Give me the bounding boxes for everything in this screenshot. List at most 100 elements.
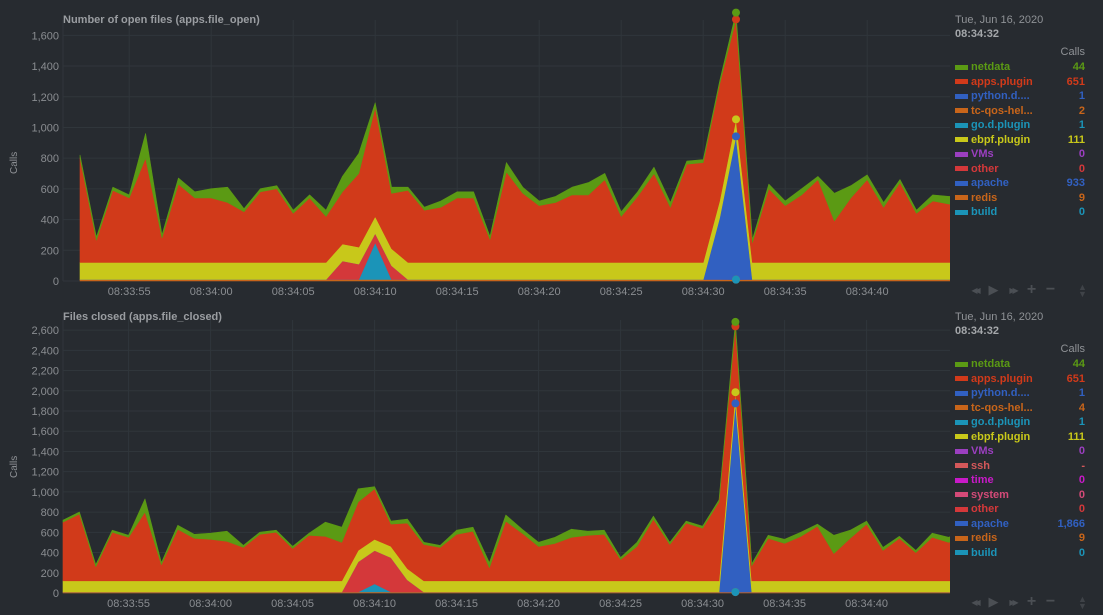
legend-item[interactable]: netdata 44 [955, 60, 1085, 75]
x-tick-label: 08:34:20 [517, 598, 560, 610]
legend-item[interactable]: build 0 [955, 546, 1085, 561]
legend-item-value: 1 [1078, 416, 1085, 429]
zoom-out-button[interactable]: − [1042, 593, 1059, 611]
y-tick-label: 400 [41, 548, 59, 560]
y-tick-label: 1,600 [31, 426, 59, 438]
legend-item[interactable]: python.d.... 1 [955, 89, 1085, 104]
legend-item[interactable]: netdata 44 [955, 357, 1085, 372]
rewind-button[interactable]: ◀◀ [966, 286, 983, 295]
legend-item[interactable]: ebpf.plugin 111 [955, 133, 1085, 148]
legend-item[interactable]: apps.plugin 651 [955, 75, 1085, 90]
y-tick-label: 1,600 [31, 30, 59, 42]
zoom-in-button[interactable]: + [1023, 593, 1040, 611]
legend-item[interactable]: go.d.plugin 1 [955, 118, 1085, 133]
legend-swatch [955, 151, 968, 157]
legend-item[interactable]: ebpf.plugin 111 [955, 430, 1085, 445]
legend-swatch [955, 448, 968, 454]
legend-item-name: python.d.... [971, 387, 1030, 400]
legend-item-name: apps.plugin [971, 372, 1033, 385]
legend-item-value: 1 [1078, 387, 1085, 400]
hover-point [732, 132, 740, 141]
legend-item[interactable]: redis 9 [955, 191, 1085, 206]
legend-item-name: tc-qos-hel... [971, 104, 1033, 117]
x-tick-label: 08:34:10 [353, 598, 396, 610]
legend-time: 08:34:32 [955, 325, 1000, 337]
x-tick-label: 08:34:10 [354, 286, 397, 298]
play-button[interactable]: ▶ [985, 282, 1002, 298]
legend-item-value: 1 [1078, 119, 1085, 132]
legend-item-name: ebpf.plugin [971, 430, 1031, 443]
x-tick-label: 08:34:20 [518, 286, 561, 298]
y-tick-label: 200 [41, 568, 59, 580]
x-tick-label: 08:34:35 [764, 286, 807, 298]
legend-item[interactable]: build 0 [955, 205, 1085, 220]
forward-button[interactable]: ▶▶ [1004, 598, 1021, 607]
file-open-plot[interactable]: 0 200 400 600 800 1,000 1,200 1,400 1,600 08:33:5… [0, 0, 950, 300]
legend: Tue, Jun 16, 2020 08:34:32 Calls netdata… [955, 14, 1085, 220]
legend-item-value: 2 [1078, 104, 1085, 117]
legend-swatch [955, 64, 968, 70]
legend-item[interactable]: other 0 [955, 502, 1085, 517]
zoom-in-button[interactable]: + [1023, 281, 1040, 299]
resize-handle-icon[interactable]: ▲ ▼ [1078, 283, 1087, 299]
legend-swatch [955, 79, 968, 85]
x-tick-label: 08:34:05 [272, 286, 315, 298]
x-tick-label: 08:34:25 [599, 598, 642, 610]
legend-item-value: - [1081, 459, 1085, 472]
legend-units: Calls [1060, 46, 1085, 58]
y-tick-label: 0 [53, 588, 59, 600]
legend-item-value: 44 [1072, 358, 1085, 371]
legend-item[interactable]: apps.plugin 651 [955, 372, 1085, 387]
legend-swatch [955, 477, 968, 483]
y-tick-label: 2,600 [31, 325, 59, 337]
legend-item[interactable]: redis 9 [955, 531, 1085, 546]
legend-item-value: 0 [1078, 148, 1085, 161]
legend-swatch [955, 93, 968, 99]
rewind-button[interactable]: ◀◀ [966, 598, 983, 607]
legend-item[interactable]: VMs 0 [955, 147, 1085, 162]
y-axis-label: Calls [9, 151, 20, 174]
legend-item-name: time [971, 474, 994, 487]
hover-point [731, 588, 740, 597]
legend-item[interactable]: ssh - [955, 459, 1085, 474]
legend-item-value: 651 [1066, 75, 1085, 88]
legend-item[interactable]: apache 1,866 [955, 517, 1085, 532]
legend-item-value: 9 [1078, 532, 1085, 545]
legend-items: netdata 44 apps.plugin 651 python.d.... 1 tc-q… [955, 60, 1085, 220]
legend-item-name: other [971, 503, 999, 516]
legend-swatch [955, 434, 968, 440]
legend-item[interactable]: python.d.... 1 [955, 386, 1085, 401]
file-closed-plot[interactable]: 0 200 400 600 800 1,000 1,200 1,400 1,600 1,800 2,… [0, 300, 950, 615]
legend-item[interactable]: tc-qos-hel... 2 [955, 104, 1085, 119]
legend-item[interactable]: other 0 [955, 162, 1085, 177]
legend-swatch [955, 361, 968, 367]
legend-item-value: 0 [1078, 546, 1085, 559]
legend-swatch [955, 521, 968, 527]
y-tick-label: 1,200 [31, 92, 59, 104]
y-tick-label: 200 [41, 245, 59, 257]
zoom-out-button[interactable]: − [1042, 281, 1059, 299]
legend-swatch [955, 209, 968, 215]
play-button[interactable]: ▶ [985, 594, 1002, 610]
legend-item-name: system [971, 488, 1009, 501]
x-tick-label: 08:34:15 [436, 286, 479, 298]
legend-item[interactable]: tc-qos-hel... 4 [955, 401, 1085, 416]
legend-swatch [955, 166, 968, 172]
resize-handle-icon[interactable]: ▲ ▼ [1078, 595, 1087, 611]
forward-button[interactable]: ▶▶ [1004, 286, 1021, 295]
x-tick-label: 08:34:30 [681, 598, 724, 610]
legend-item[interactable]: time 0 [955, 473, 1085, 488]
x-tick-label: 08:34:35 [763, 598, 806, 610]
legend-item[interactable]: system 0 [955, 488, 1085, 503]
legend-item[interactable]: apache 933 [955, 176, 1085, 191]
chart-toolbar: ◀◀ ▶ ▶▶ + − [966, 593, 1059, 611]
legend-item[interactable]: go.d.plugin 1 [955, 415, 1085, 430]
y-tick-label: 1,400 [31, 61, 59, 73]
legend-item-value: 0 [1078, 488, 1085, 501]
legend-item-name: ssh [971, 459, 990, 472]
legend-units: Calls [1060, 343, 1085, 355]
legend-item[interactable]: VMs 0 [955, 444, 1085, 459]
y-tick-label: 1,000 [31, 122, 59, 134]
x-tick-label: 08:33:55 [108, 286, 151, 298]
legend-swatch [955, 137, 968, 143]
